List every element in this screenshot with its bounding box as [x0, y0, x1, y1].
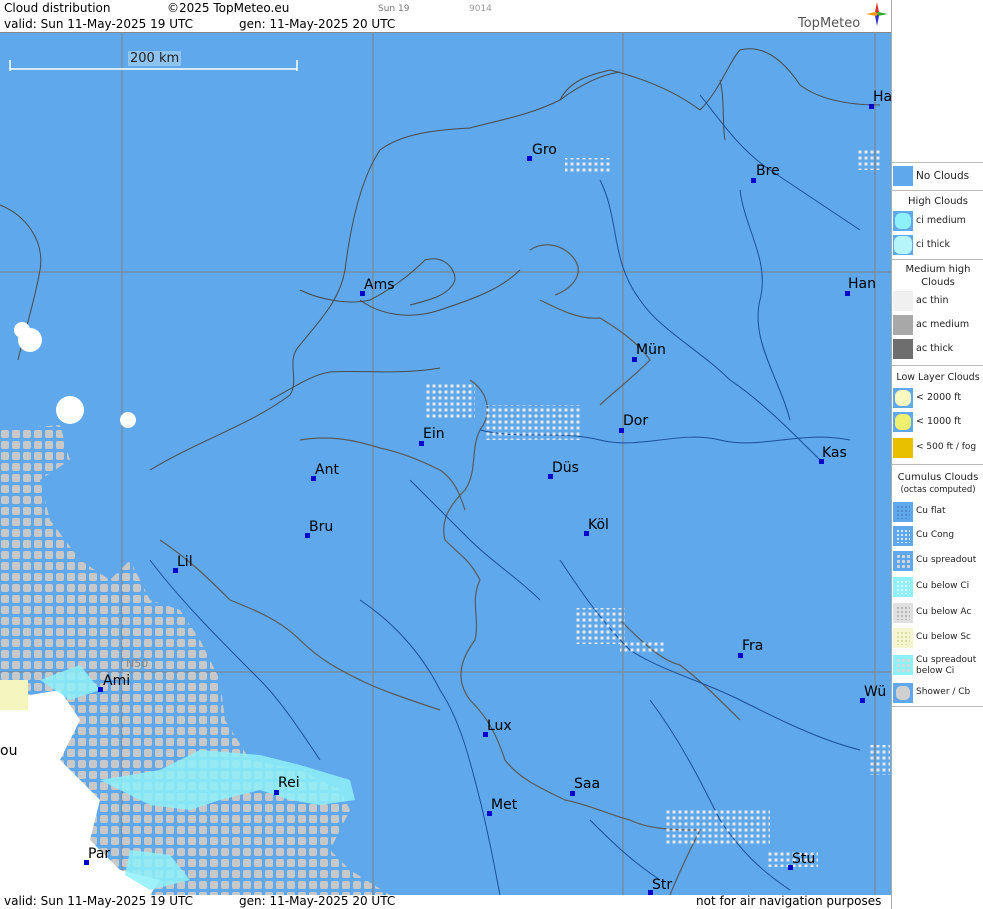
- legend-high-heading: High Clouds: [908, 196, 968, 207]
- map-title: Cloud distribution: [4, 1, 111, 15]
- legend-cu-below-sc: Cu below Sc: [892, 627, 983, 649]
- scale-bar-label: 200 km: [128, 51, 182, 66]
- valid-time: valid: Sun 11-May-2025 19 UTC: [4, 17, 193, 31]
- city-label: Saa: [574, 776, 601, 792]
- legend-panel: No Clouds High Clouds ci medium ci thick…: [891, 0, 983, 909]
- city-label: Düs: [552, 460, 579, 476]
- city-label: Köl: [588, 517, 609, 533]
- latitude-label: N50: [126, 657, 149, 670]
- copyright: ©2025 TopMeteo.eu: [167, 1, 290, 15]
- city-label: Ein: [423, 426, 445, 442]
- city-label: Rei: [278, 775, 300, 791]
- legend-low-2000: < 2000 ft: [892, 387, 983, 409]
- footer-disclaimer: not for air navigation purposes: [696, 894, 882, 908]
- map-footer: valid: Sun 11-May-2025 19 UTC gen: 11-Ma…: [0, 894, 891, 909]
- legend-ac-thin: ac thin: [892, 290, 983, 312]
- legend-cu-flat: Cu flat: [892, 501, 983, 523]
- legend-low-heading: Low Layer Clouds: [896, 372, 980, 383]
- legend-cu-subheading: (octas computed): [900, 485, 976, 495]
- city-label: Ami: [103, 673, 131, 689]
- city-label: Gro: [532, 142, 557, 158]
- city-label: Str: [652, 877, 673, 893]
- run-tag: Sun 19: [378, 4, 410, 14]
- city-label: Dor: [623, 413, 649, 429]
- city-label: Lil: [177, 554, 193, 570]
- city-label: Mün: [636, 342, 666, 358]
- footer-valid-time: valid: Sun 11-May-2025 19 UTC: [4, 894, 193, 908]
- legend-cu-below-ci: Cu below Ci: [892, 576, 983, 598]
- legend-cu-cong: Cu Cong: [892, 525, 983, 547]
- legend-medium-heading: Medium high Clouds: [905, 264, 971, 288]
- legend-cu-spreadout: Cu spreadout: [892, 550, 983, 572]
- no-clouds-swatch: [893, 166, 913, 186]
- city-label: Fra: [742, 638, 764, 654]
- code-tag: 9014: [469, 4, 492, 14]
- city-label: Bru: [309, 519, 334, 535]
- city-label: Han: [848, 276, 876, 292]
- legend-ci-thick: ci thick: [892, 234, 983, 256]
- topmeteo-logo: TopMeteo: [798, 16, 861, 31]
- city-label: Ant: [315, 462, 339, 478]
- compass-logo-icon: [866, 2, 888, 26]
- footer-gen-time: gen: 11-May-2025 20 UTC: [239, 894, 396, 908]
- city-label: Wü: [864, 684, 887, 700]
- city-label: Ams: [364, 277, 395, 293]
- city-label: Stu: [792, 851, 816, 867]
- legend-no-clouds: No Clouds: [892, 165, 983, 187]
- city-label: Met: [491, 797, 518, 813]
- city-label: Kas: [822, 445, 847, 461]
- legend-shower-cb: Shower / Cb: [892, 682, 983, 704]
- gen-time: gen: 11-May-2025 20 UTC: [239, 17, 396, 31]
- legend-low-fog: < 500 ft / fog: [892, 437, 983, 459]
- cloud-map[interactable]: 200 km N50 Gro Bre Ha Ams Han Mün Ein Do…: [0, 33, 891, 895]
- legend-cu-heading: Cumulus Clouds: [897, 472, 979, 483]
- legend-ci-medium: ci medium: [892, 210, 983, 232]
- legend-cu-spreadout-below-ci: Cu spreadout below Ci: [892, 654, 983, 682]
- map-header: Cloud distribution ©2025 TopMeteo.eu Sun…: [0, 0, 891, 33]
- legend-ac-thick: ac thick: [892, 338, 983, 360]
- city-label: Lux: [487, 718, 512, 734]
- legend-low-1000: < 1000 ft: [892, 411, 983, 433]
- legend-ac-medium: ac medium: [892, 314, 983, 336]
- legend-cu-below-ac: Cu below Ac: [892, 602, 983, 624]
- city-label: Ha: [873, 89, 891, 105]
- city-label: Par: [88, 846, 111, 862]
- city-label: Bre: [756, 163, 780, 179]
- city-label: ou: [0, 743, 18, 759]
